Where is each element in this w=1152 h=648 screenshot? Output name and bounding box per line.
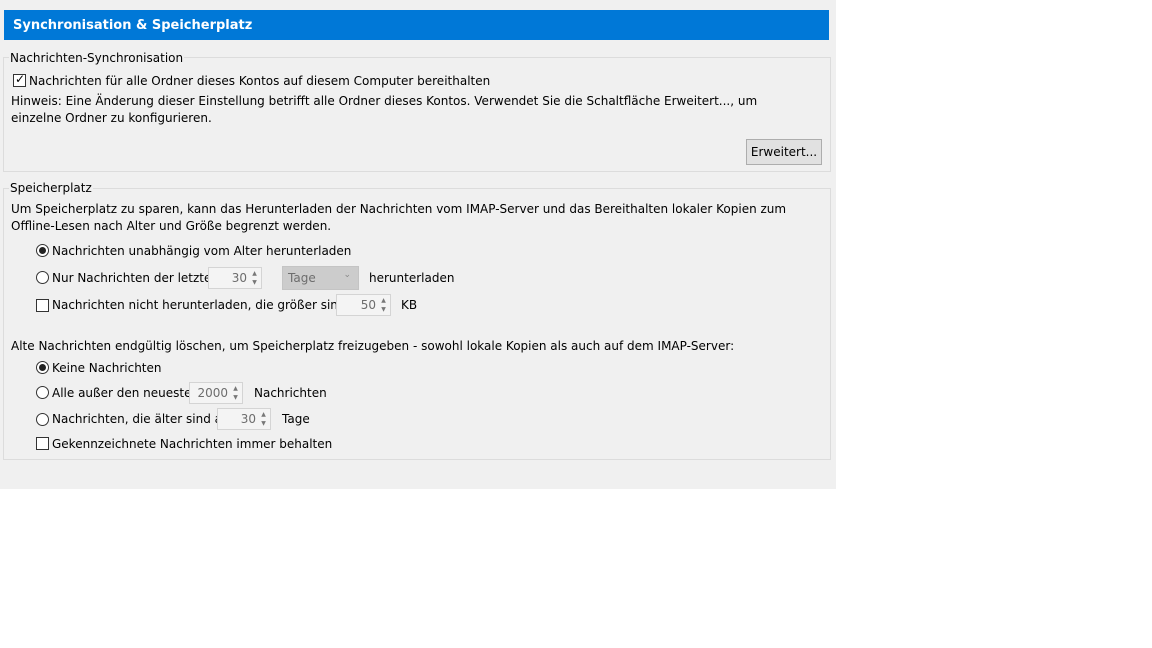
keep-none-radio[interactable]	[36, 361, 49, 374]
arrow-down-icon[interactable]: ▼	[258, 419, 269, 428]
chevron-down-icon: ⌄	[343, 270, 351, 280]
stepper-arrows[interactable]: ▲ ▼	[378, 296, 389, 314]
stepper-arrows[interactable]: ▲ ▼	[249, 269, 260, 287]
older-than-suffix: Tage	[282, 412, 310, 426]
keep-newest-stepper[interactable]: 2000 ▲ ▼	[189, 382, 243, 404]
keep-flagged-checkbox[interactable]	[36, 437, 49, 450]
stepper-arrows[interactable]: ▲ ▼	[258, 410, 269, 428]
stepper-value: 30	[231, 271, 247, 285]
download-all-radio[interactable]	[36, 244, 49, 257]
select-value: Tage	[288, 271, 316, 285]
storage-legend: Speicherplatz	[9, 181, 93, 195]
keep-newest-radio[interactable]	[36, 386, 49, 399]
checkmark-icon: ✓	[15, 72, 26, 86]
arrow-down-icon[interactable]: ▼	[378, 305, 389, 314]
arrow-up-icon[interactable]: ▲	[249, 269, 260, 278]
stepper-arrows[interactable]: ▲ ▼	[230, 384, 241, 402]
size-limit-stepper[interactable]: 50 ▲ ▼	[336, 294, 391, 316]
arrow-up-icon[interactable]: ▲	[378, 296, 389, 305]
older-than-stepper[interactable]: 30 ▲ ▼	[217, 408, 271, 430]
size-limit-label[interactable]: Nachrichten nicht herunterladen, die grö…	[52, 297, 366, 313]
arrow-up-icon[interactable]: ▲	[258, 410, 269, 419]
keep-newest-suffix: Nachrichten	[254, 386, 327, 400]
page-title: Synchronisation & Speicherplatz	[4, 10, 829, 40]
download-recent-label[interactable]: Nur Nachrichten der letzten	[52, 270, 219, 286]
sync-legend: Nachrichten-Synchronisation	[9, 51, 185, 65]
sync-hint: Hinweis: Eine Änderung dieser Einstellun…	[11, 94, 758, 125]
keep-local-checkbox[interactable]: ✓	[13, 72, 26, 87]
download-all-label[interactable]: Nachrichten unabhängig vom Alter herunte…	[52, 243, 351, 259]
keep-none-label[interactable]: Keine Nachrichten	[52, 360, 162, 376]
arrow-down-icon[interactable]: ▼	[249, 278, 260, 287]
size-limit-unit: KB	[401, 298, 418, 312]
stepper-value: 30	[240, 412, 256, 426]
radio-selected-dot	[39, 247, 46, 254]
radio-selected-dot	[39, 364, 46, 371]
older-than-radio[interactable]	[36, 413, 49, 426]
keep-local-label[interactable]: Nachrichten für alle Ordner dieses Konto…	[29, 73, 490, 89]
arrow-up-icon[interactable]: ▲	[230, 384, 241, 393]
size-limit-checkbox[interactable]	[36, 299, 49, 312]
download-recent-unit-select[interactable]: Tage ⌄	[282, 266, 359, 290]
download-recent-days-stepper[interactable]: 30 ▲ ▼	[208, 267, 262, 289]
keep-flagged-label[interactable]: Gekennzeichnete Nachrichten immer behalt…	[52, 436, 332, 452]
stepper-value: 2000	[197, 386, 228, 400]
storage-intro: Um Speicherplatz zu sparen, kann das Her…	[11, 202, 787, 233]
download-recent-suffix: herunterladen	[369, 271, 455, 285]
download-recent-radio[interactable]	[36, 271, 49, 284]
stepper-value: 50	[360, 298, 376, 312]
older-than-label[interactable]: Nachrichten, die älter sind als	[52, 411, 232, 427]
keep-newest-label[interactable]: Alle außer den neuesten	[52, 385, 199, 401]
arrow-down-icon[interactable]: ▼	[230, 393, 241, 402]
settings-panel: Synchronisation & Speicherplatz Nachrich…	[0, 0, 836, 489]
advanced-button[interactable]: Erweitert...	[746, 139, 822, 165]
delete-intro: Alte Nachrichten endgültig löschen, um S…	[11, 339, 735, 353]
